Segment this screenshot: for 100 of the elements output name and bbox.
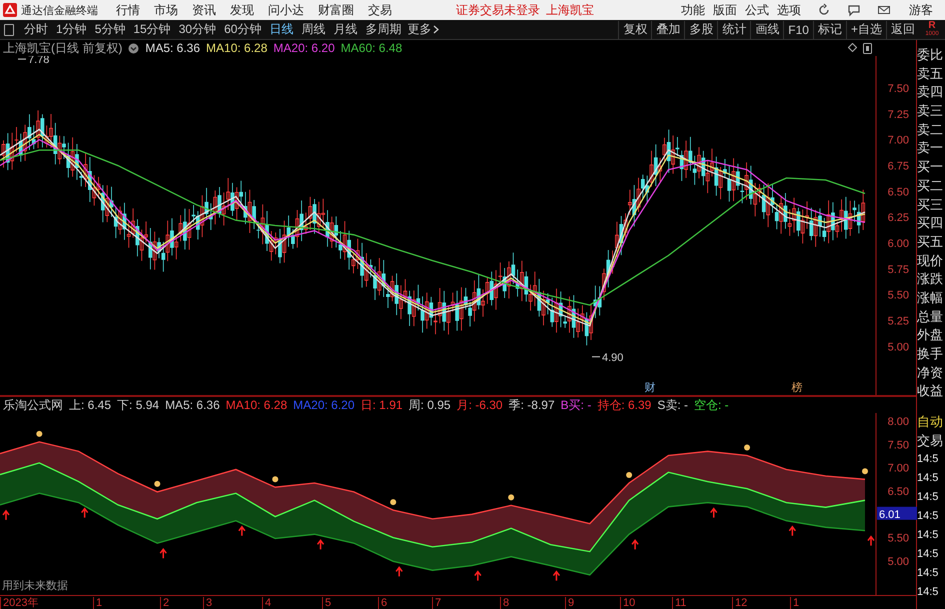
quote-label: 卖四 xyxy=(917,83,944,102)
quote-label[interactable]: 自动 xyxy=(917,413,945,432)
indicator-value: B买: - xyxy=(560,396,592,414)
indicator-value: 周: 0.95 xyxy=(408,396,451,414)
indicator-value: 下: 5.94 xyxy=(117,396,160,414)
user-label[interactable]: 游客 xyxy=(909,2,933,18)
toolbar-button[interactable]: 叠加 xyxy=(651,20,684,38)
indicator-value: MA20: 6.20 xyxy=(273,41,335,55)
menu-item[interactable]: 财富圈 xyxy=(318,2,354,18)
quote-label: 委比 xyxy=(917,46,944,64)
panel-icon[interactable] xyxy=(863,43,872,54)
axis-label: 7.00 xyxy=(888,134,909,147)
quote-label: 涨跌 xyxy=(917,270,944,288)
current-value-label: 6.01 xyxy=(877,506,917,521)
period-tab[interactable]: 日线 xyxy=(265,21,298,38)
quote-label: 总量 xyxy=(917,308,944,326)
axis-label: 5.00 xyxy=(888,341,909,354)
axis-label: 5.50 xyxy=(888,532,909,545)
refresh-icon[interactable] xyxy=(817,3,831,17)
indicator-value: 空仓: - xyxy=(694,396,729,414)
dropdown-icon[interactable] xyxy=(128,42,140,54)
indicator-value: MA20: 6.20 xyxy=(293,398,355,412)
indicator-value: MA10: 6.28 xyxy=(206,41,268,55)
indicator-value: MA5: 6.36 xyxy=(145,41,200,55)
mail-icon[interactable] xyxy=(877,3,891,17)
diamond-icon[interactable] xyxy=(848,43,857,52)
indicator-value: S卖: - xyxy=(657,396,688,414)
quote-label: 收益 xyxy=(917,382,944,400)
menu-item[interactable]: 问小达 xyxy=(268,2,304,18)
menu-item[interactable]: 市场 xyxy=(154,2,178,18)
badge-letter: R xyxy=(928,22,936,30)
period-tab[interactable]: 周线 xyxy=(297,21,330,38)
chevron-icon[interactable] xyxy=(433,25,440,34)
toolbar-button[interactable]: 多股 xyxy=(684,20,718,38)
axis-label: 7.50 xyxy=(888,439,909,452)
toolbar-button[interactable]: F10 xyxy=(783,20,813,38)
menu-item[interactable]: 公式 xyxy=(745,2,769,18)
menu-item[interactable]: 功能 xyxy=(681,2,705,18)
time-label: 14:5 xyxy=(917,566,940,581)
time-label: 14:5 xyxy=(917,508,940,524)
axis-label: 12 xyxy=(732,597,748,609)
menu-item[interactable]: 选项 xyxy=(777,2,801,18)
quote-label: 涨幅 xyxy=(917,288,944,307)
toolbar-button[interactable]: +自选 xyxy=(846,20,886,38)
indicator-value: 月: -6.30 xyxy=(456,396,503,414)
axis-label: 2 xyxy=(160,597,170,609)
price-extreme-label: 4.90 xyxy=(592,352,624,364)
axis-label: 6 xyxy=(378,597,388,609)
event-marker[interactable]: 榜 xyxy=(792,382,802,394)
indicator-title: 乐淘公式网 xyxy=(3,396,63,414)
quote-label: 卖一 xyxy=(917,139,944,158)
quote-label: 交易 xyxy=(917,432,944,450)
toolbar-button[interactable]: 画线 xyxy=(750,20,784,38)
menu-item[interactable]: 发现 xyxy=(230,2,254,18)
quote-label: 买一 xyxy=(917,158,944,176)
toolbar-button[interactable]: 复权 xyxy=(618,20,652,38)
menu-item[interactable]: 行情 xyxy=(116,2,140,18)
toolbar-button[interactable]: 标记 xyxy=(812,20,846,38)
time-label: 14:5 xyxy=(917,528,940,543)
panel-toggle-icon[interactable] xyxy=(4,24,14,36)
quote-label: 换手 xyxy=(917,345,944,363)
time-label: 14:5 xyxy=(917,546,940,562)
more-menu[interactable]: 更多 xyxy=(407,21,432,38)
period-tab[interactable]: 分时 xyxy=(20,21,52,38)
future-data-note: 用到未来数据 xyxy=(2,579,68,593)
quote-label: 买二 xyxy=(917,176,944,195)
quote-label: 卖二 xyxy=(917,120,944,139)
app-title: 通达信金融终端 xyxy=(21,4,98,18)
quote-label: 现价 xyxy=(917,252,944,270)
period-tab[interactable]: 月线 xyxy=(329,21,362,38)
period-tab[interactable]: 5分钟 xyxy=(90,21,130,38)
indicator-value: MA10: 6.28 xyxy=(226,398,288,412)
toolbar-button[interactable]: 统计 xyxy=(717,20,750,38)
chat-icon[interactable] xyxy=(847,3,861,17)
chart-title: 上海凯宝(日线 前复权) xyxy=(3,40,122,56)
period-tab[interactable]: 1分钟 xyxy=(52,21,91,38)
menu-item[interactable]: 版面 xyxy=(713,2,737,18)
event-marker[interactable]: 财 xyxy=(644,382,656,394)
axis-label: 7 xyxy=(432,597,442,609)
axis-label: 3 xyxy=(203,597,212,609)
logo-icon xyxy=(3,3,17,17)
axis-label: 5 xyxy=(322,597,332,609)
axis-label: 5.00 xyxy=(888,556,909,568)
indicator-value: 日: 1.91 xyxy=(360,396,403,414)
axis-label: 1 xyxy=(93,597,102,609)
quote-label: 卖五 xyxy=(917,64,944,83)
period-tab[interactable]: 60分钟 xyxy=(220,21,266,38)
axis-label: 9 xyxy=(565,597,574,609)
time-label: 14:5 xyxy=(917,584,940,600)
menu-item[interactable]: 交易 xyxy=(368,2,392,18)
axis-label: 6.50 xyxy=(888,186,909,198)
toolbar-button[interactable]: 返回 xyxy=(886,20,919,38)
stock-name: 上海凯宝 xyxy=(546,2,594,18)
quote-label: 外盘 xyxy=(917,326,944,344)
period-tab[interactable]: 多周期 xyxy=(361,21,406,38)
indicator-value: 持仓: 6.39 xyxy=(597,396,652,414)
menu-item[interactable]: 资讯 xyxy=(192,2,216,18)
period-tab[interactable]: 30分钟 xyxy=(174,21,220,38)
period-tab[interactable]: 15分钟 xyxy=(129,21,175,38)
axis-label: 7.25 xyxy=(888,108,909,121)
